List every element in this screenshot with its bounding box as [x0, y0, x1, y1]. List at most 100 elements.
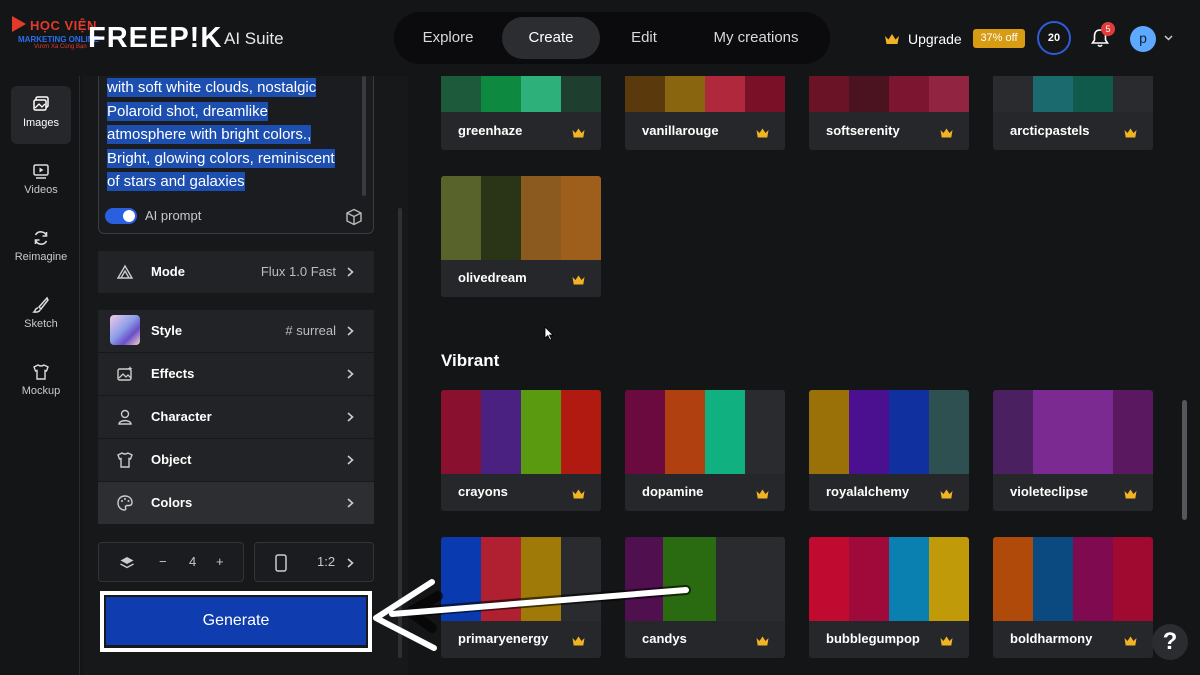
palette-card-olivedream[interactable]: olivedream	[441, 176, 601, 297]
image-count: 4	[189, 554, 197, 569]
prompt-text[interactable]: with soft white clouds, nostalgic Polaro…	[107, 76, 357, 194]
rail-item-videos[interactable]: Videos	[11, 153, 71, 211]
phone-icon	[275, 554, 287, 572]
color-swatch	[1033, 390, 1073, 474]
prompt-line: with soft white clouds, nostalgic	[107, 78, 317, 97]
chevron-right-icon	[347, 498, 354, 508]
color-swatch	[665, 76, 705, 112]
character-icon	[118, 409, 132, 425]
colors-row[interactable]: Colors	[98, 482, 374, 524]
gallery-scrollbar[interactable]	[1182, 400, 1187, 520]
aspect-ratio-selector[interactable]: 1:2	[254, 542, 374, 582]
color-swatch	[809, 537, 849, 621]
palette-card-primaryenergy[interactable]: primaryenergy	[441, 537, 601, 658]
crown-icon	[1124, 128, 1137, 138]
rail-item-mockup[interactable]: Mockup	[11, 354, 71, 412]
section-title-vibrant: Vibrant	[441, 351, 500, 370]
palette-swatches	[809, 390, 969, 474]
credits-counter[interactable]: 20	[1037, 21, 1071, 55]
mockup-icon	[33, 364, 49, 380]
character-row[interactable]: Character	[98, 396, 374, 438]
brand-logo[interactable]: FREEP!K	[88, 22, 222, 55]
palette-card-vanillarouge[interactable]: vanillarouge	[625, 76, 785, 150]
color-swatch	[481, 390, 521, 474]
color-swatch	[561, 537, 601, 621]
crown-icon	[572, 128, 585, 138]
color-swatch	[481, 176, 521, 260]
palette-card-boldharmony[interactable]: boldharmony	[993, 537, 1153, 658]
palette-card-candys[interactable]: candys	[625, 537, 785, 658]
palette-card-greenhaze[interactable]: greenhaze	[441, 76, 601, 150]
tab-edit[interactable]: Edit	[606, 17, 682, 59]
control-panel: with soft white clouds, nostalgic Polaro…	[82, 76, 408, 675]
tab-my-creations[interactable]: My creations	[690, 17, 822, 59]
palette-name: crayons	[458, 484, 508, 499]
play-icon	[12, 16, 26, 32]
palette-card-dopamine[interactable]: dopamine	[625, 390, 785, 511]
prompt-line: of stars and galaxies	[107, 172, 245, 191]
avatar[interactable]: p	[1130, 26, 1156, 52]
palette-swatches	[625, 537, 785, 621]
palette-name: vanillarouge	[642, 123, 719, 138]
color-swatch	[716, 537, 785, 621]
tab-explore[interactable]: Explore	[400, 17, 496, 59]
color-swatch	[705, 390, 745, 474]
palette-swatches	[441, 537, 601, 621]
color-swatch	[481, 76, 521, 112]
increment-button[interactable]: +	[216, 554, 224, 569]
palette-name: arcticpastels	[1010, 123, 1090, 138]
decrement-button[interactable]: −	[159, 554, 167, 569]
layers-icon	[120, 557, 134, 569]
palette-card-bubblegumpop[interactable]: bubblegumpop	[809, 537, 969, 658]
prompt-line: atmosphere with bright colors.,	[107, 125, 312, 144]
rail-item-images[interactable]: Images	[11, 86, 71, 144]
color-swatch	[929, 537, 969, 621]
palette-card-crayons[interactable]: crayons	[441, 390, 601, 511]
rail-item-reimagine[interactable]: Reimagine	[11, 220, 71, 278]
object-icon	[117, 452, 133, 468]
color-swatch	[993, 76, 1033, 112]
palette-swatches	[809, 76, 969, 112]
tab-create[interactable]: Create	[502, 17, 600, 59]
crown-icon	[1124, 636, 1137, 646]
palette-card-violeteclipse[interactable]: violeteclipse	[993, 390, 1153, 511]
palette-card-royalalchemy[interactable]: royalalchemy	[809, 390, 969, 511]
palette-swatches	[441, 176, 601, 260]
prompt-scrollbar[interactable]	[362, 76, 366, 196]
main-nav: Explore Create Edit My creations	[394, 12, 830, 64]
prompt-box[interactable]: with soft white clouds, nostalgic Polaro…	[98, 76, 374, 234]
palette-swatches	[625, 390, 785, 474]
color-swatch	[745, 390, 785, 474]
ai-prompt-toggle[interactable]	[105, 208, 137, 224]
color-swatch	[1113, 76, 1153, 112]
palette-card-arcticpastels[interactable]: arcticpastels	[993, 76, 1153, 150]
color-swatch	[521, 390, 561, 474]
chevron-down-icon[interactable]	[1164, 33, 1173, 42]
color-swatch	[441, 537, 481, 621]
sketch-icon	[32, 296, 49, 313]
crown-icon	[572, 489, 585, 499]
color-swatch	[809, 76, 849, 112]
mode-row[interactable]: Mode Flux 1.0 Fast	[98, 251, 374, 293]
ai-prompt-label: AI prompt	[145, 208, 202, 223]
color-swatch	[809, 390, 849, 474]
style-row[interactable]: Style # surreal	[98, 310, 374, 352]
rail-item-sketch[interactable]: Sketch	[11, 287, 71, 345]
crown-icon	[756, 489, 769, 499]
object-row[interactable]: Object	[98, 439, 374, 481]
color-swatch	[625, 390, 665, 474]
upgrade-label: Upgrade	[908, 31, 962, 47]
generate-button[interactable]: Generate	[106, 597, 366, 645]
palette-card-softserenity[interactable]: softserenity	[809, 76, 969, 150]
effects-row[interactable]: Effects	[98, 353, 374, 395]
mode-icon	[116, 264, 134, 279]
panel-scrollbar[interactable]	[398, 208, 402, 658]
cube-icon[interactable]	[345, 208, 363, 226]
palette-swatches	[625, 76, 785, 112]
color-swatch	[1033, 537, 1073, 621]
palette-name: violeteclipse	[1010, 484, 1089, 499]
help-button[interactable]: ?	[1152, 624, 1188, 660]
crown-icon	[572, 275, 585, 285]
upgrade-button[interactable]: Upgrade	[884, 28, 962, 50]
top-header: HỌC VIỆN MARKETING ONLINE Vươn Xa Cùng B…	[0, 0, 1200, 76]
